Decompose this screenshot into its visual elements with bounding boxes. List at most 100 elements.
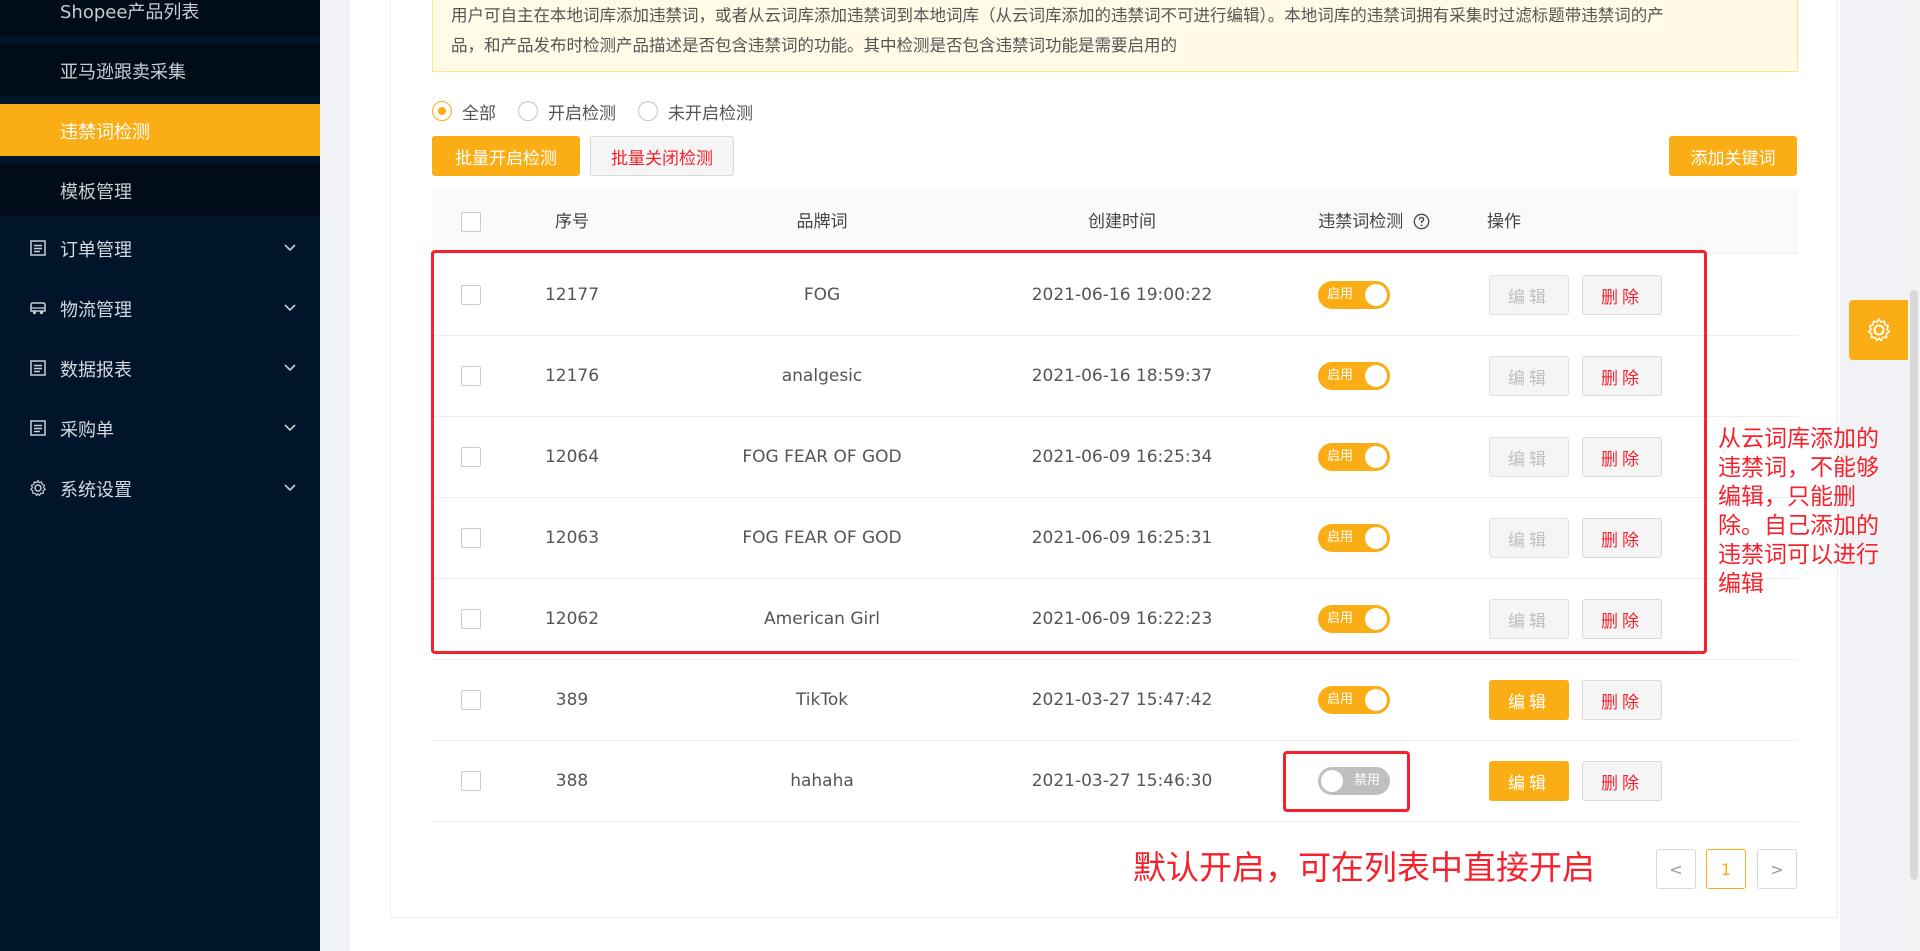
side-note: 从云词库添加的 违禁词，不能够 编辑，只能删 除。自己添加的 违禁词可以进行 编… xyxy=(1718,425,1918,599)
sidebar-item-templates[interactable]: 模板管理 xyxy=(0,164,320,216)
delete-button[interactable]: 删除 xyxy=(1582,680,1662,720)
toggle-label: 启用 xyxy=(1327,287,1354,302)
side-note-line: 违禁词可以进行 xyxy=(1718,542,1879,568)
radio-label: 全部 xyxy=(462,103,496,124)
row-created: 2021-06-16 18:59:37 xyxy=(1031,366,1213,386)
side-note-line: 除。自己添加的 xyxy=(1718,513,1879,539)
sidebar-item-shopee-products[interactable]: Shopee产品列表 xyxy=(0,0,320,36)
table-row: 12062 American Girl 2021-06-09 16:22:23 启用 编… xyxy=(432,579,1798,660)
sidebar-item-label: 物流管理 xyxy=(60,300,132,321)
delete-button[interactable]: 删除 xyxy=(1582,518,1662,558)
row-checkbox[interactable] xyxy=(461,528,481,548)
scrollbar-thumb[interactable] xyxy=(1910,290,1918,880)
gear-icon xyxy=(1867,317,1891,342)
table-row: 12176 analgesic 2021-06-16 18:59:37 启用 编辑 删除 xyxy=(432,336,1798,417)
toggle-label: 启用 xyxy=(1327,368,1354,383)
row-id: 12064 xyxy=(544,447,600,467)
list-icon xyxy=(30,420,46,436)
row-id: 12176 xyxy=(544,366,600,386)
notice-line-2: 品，和产品发布时检测产品描述是否包含违禁词的功能。其中检测是否包含违禁词功能是需… xyxy=(451,36,1177,55)
row-checkbox[interactable] xyxy=(461,285,481,305)
row-created: 2021-06-09 16:25:34 xyxy=(1031,447,1213,467)
radio-dot xyxy=(638,101,658,121)
prev-page-button[interactable]: < xyxy=(1656,849,1696,889)
edit-button[interactable]: 编辑 xyxy=(1489,680,1569,720)
toggle-knob xyxy=(1365,527,1387,549)
row-checkbox[interactable] xyxy=(461,690,481,710)
delete-button[interactable]: 删除 xyxy=(1582,599,1662,639)
radio-disabled[interactable]: 未开启检测 xyxy=(638,99,753,124)
sidebar-item-logistics[interactable]: 物流管理 xyxy=(0,279,320,339)
chevron-down-icon xyxy=(284,364,296,372)
row-checkbox[interactable] xyxy=(461,447,481,467)
row-checkbox[interactable] xyxy=(461,366,481,386)
row-brand: American Girl xyxy=(764,609,880,629)
delete-button[interactable]: 删除 xyxy=(1582,356,1662,396)
report-icon xyxy=(30,360,46,376)
detection-toggle[interactable]: 启用 xyxy=(1318,686,1390,714)
sidebar: Shopee产品列表 亚马逊跟卖采集 违禁词检测 模板管理 订单管理 物流管理 … xyxy=(0,0,320,951)
sidebar-item-label: 采购单 xyxy=(60,420,114,441)
sidebar-item-amazon-follow[interactable]: 亚马逊跟卖采集 xyxy=(0,44,320,96)
edit-button[interactable]: 编辑 xyxy=(1489,761,1569,801)
sidebar-item-orders[interactable]: 订单管理 xyxy=(0,219,320,279)
filter-radio-group: 全部 开启检测 未开启检测 xyxy=(432,98,775,124)
page-1-button[interactable]: 1 xyxy=(1706,849,1746,889)
bottom-note: 默认开启，可在列表中直接开启 xyxy=(1133,848,1595,887)
column-header-id: 序号 xyxy=(555,212,589,232)
sidebar-item-forbidden-words[interactable]: 违禁词检测 xyxy=(0,104,320,156)
help-icon[interactable] xyxy=(1413,213,1430,230)
toggle-label: 启用 xyxy=(1327,449,1354,464)
column-header-brand: 品牌词 xyxy=(796,212,848,232)
detection-toggle[interactable]: 启用 xyxy=(1318,605,1390,633)
sidebar-item-reports[interactable]: 数据报表 xyxy=(0,339,320,399)
row-created: 2021-06-09 16:25:31 xyxy=(1031,528,1213,548)
sidebar-item-purchase-orders[interactable]: 采购单 xyxy=(0,399,320,459)
row-checkbox[interactable] xyxy=(461,771,481,791)
row-created: 2021-03-27 15:46:30 xyxy=(1031,771,1213,791)
row-id: 389 xyxy=(555,690,589,710)
detection-toggle[interactable]: 启用 xyxy=(1318,524,1390,552)
info-notice: 用户可自主在本地词库添加违禁词，或者从云词库添加违禁词到本地词库（从云词库添加的… xyxy=(432,0,1798,72)
sidebar-item-label: 违禁词检测 xyxy=(60,122,150,143)
toggle-label: 禁用 xyxy=(1353,773,1380,788)
detection-toggle[interactable]: 启用 xyxy=(1318,362,1390,390)
detection-toggle[interactable]: 启用 xyxy=(1318,281,1390,309)
column-header-detection: 违禁词检测 xyxy=(1294,190,1454,254)
radio-label: 开启检测 xyxy=(548,103,616,124)
table-header: 序号 品牌词 创建时间 违禁词检测 操作 xyxy=(432,190,1798,254)
detection-toggle[interactable]: 禁用 xyxy=(1318,767,1390,795)
truck-icon xyxy=(30,302,46,315)
column-header-detection-label: 违禁词检测 xyxy=(1318,212,1404,232)
table-row: 12063 FOG FEAR OF GOD 2021-06-09 16:25:31 启… xyxy=(432,498,1798,579)
toggle-knob xyxy=(1365,365,1387,387)
row-brand: analgesic xyxy=(781,366,863,386)
delete-button[interactable]: 删除 xyxy=(1582,437,1662,477)
row-checkbox[interactable] xyxy=(461,609,481,629)
chevron-down-icon xyxy=(284,424,296,432)
delete-button[interactable]: 删除 xyxy=(1582,275,1662,315)
row-id: 12062 xyxy=(544,609,600,629)
radio-dot xyxy=(518,101,538,121)
notice-line-1: 用户可自主在本地词库添加违禁词，或者从云词库添加违禁词到本地词库（从云词库添加的… xyxy=(451,6,1664,25)
batch-enable-button[interactable]: 批量开启检测 xyxy=(432,136,580,176)
batch-disable-button[interactable]: 批量关闭检测 xyxy=(590,136,734,176)
next-page-button[interactable]: > xyxy=(1757,849,1797,889)
chevron-down-icon xyxy=(284,244,296,252)
radio-enabled[interactable]: 开启检测 xyxy=(518,99,616,124)
row-brand: FOG FEAR OF GOD xyxy=(742,447,902,467)
radio-all[interactable]: 全部 xyxy=(432,99,496,124)
row-created: 2021-03-27 15:47:42 xyxy=(1031,690,1213,710)
page-scrollbar[interactable] xyxy=(1908,0,1920,951)
row-created: 2021-06-16 19:00:22 xyxy=(1031,285,1213,305)
radio-dot xyxy=(432,101,452,121)
detection-toggle[interactable]: 启用 xyxy=(1318,443,1390,471)
row-id: 388 xyxy=(555,771,589,791)
column-header-created: 创建时间 xyxy=(1088,212,1156,232)
sidebar-item-settings[interactable]: 系统设置 xyxy=(0,459,320,519)
delete-button[interactable]: 删除 xyxy=(1582,761,1662,801)
select-all-checkbox[interactable] xyxy=(461,212,481,232)
toggle-label: 启用 xyxy=(1327,611,1354,626)
floating-settings-button[interactable] xyxy=(1849,300,1909,360)
add-keyword-button[interactable]: 添加关键词 xyxy=(1669,136,1797,176)
